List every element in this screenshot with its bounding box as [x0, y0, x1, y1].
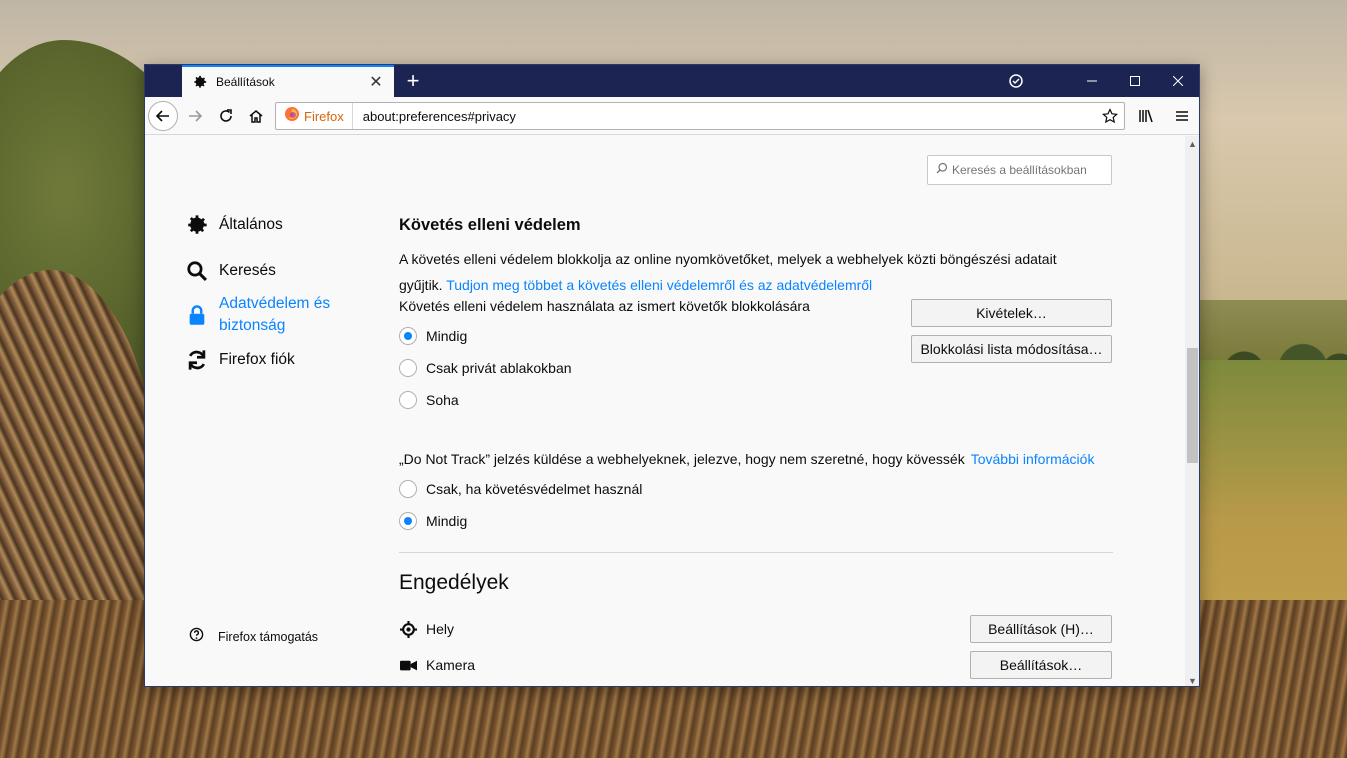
- preferences-content: Általános Keresés Adatvédelem és biztons…: [145, 136, 1185, 686]
- nav-bar: Firefox about:preferences#privacy: [145, 97, 1199, 135]
- learn-more-link[interactable]: Tudjon meg többet a követés elleni védel…: [446, 277, 872, 293]
- radio-tracking-private[interactable]: Csak privát ablakokban: [399, 359, 572, 377]
- tracking-protection-icon[interactable]: [994, 65, 1038, 97]
- dnt-more-info-link[interactable]: További információk: [971, 451, 1095, 467]
- library-icon[interactable]: [1131, 101, 1161, 131]
- radio-label: Csak, ha követésvédelmet használ: [426, 481, 643, 497]
- close-tab-icon[interactable]: ✕: [368, 74, 384, 91]
- url-text[interactable]: about:preferences#privacy: [353, 109, 1096, 124]
- sidebar-item-sync[interactable]: Firefox fiók: [185, 348, 295, 372]
- minimize-button[interactable]: [1070, 65, 1114, 97]
- firefox-support-link[interactable]: Firefox támogatás: [189, 627, 318, 647]
- identity-label: Firefox: [304, 108, 344, 124]
- permission-camera: Kamera: [399, 656, 475, 674]
- new-tab-button[interactable]: +: [401, 68, 425, 93]
- scroll-down-icon[interactable]: ▼: [1185, 673, 1199, 686]
- radio-button[interactable]: [399, 480, 417, 498]
- permission-label: Kamera: [426, 657, 476, 673]
- gear-icon: [192, 74, 208, 90]
- location-settings-button[interactable]: Beállítások (H)…: [970, 615, 1112, 643]
- radio-label: Mindig: [426, 328, 468, 344]
- close-window-button[interactable]: [1156, 65, 1199, 97]
- location-icon: [399, 620, 417, 638]
- help-icon: [189, 627, 204, 647]
- support-label: Firefox támogatás: [218, 630, 319, 644]
- firefox-logo-icon: [284, 106, 300, 127]
- tracking-protection-description: A követés elleni védelem blokkolja az on…: [399, 246, 1089, 298]
- home-button[interactable]: [241, 101, 271, 131]
- radio-button[interactable]: [399, 327, 417, 345]
- camera-settings-button[interactable]: Beállítások…: [970, 651, 1112, 679]
- scrollbar-thumb[interactable]: [1187, 348, 1198, 463]
- sidebar-item-privacy[interactable]: Adatvédelem és biztonság: [185, 293, 339, 337]
- back-button[interactable]: [148, 101, 178, 131]
- scrollbar[interactable]: ▲ ▼: [1185, 136, 1199, 686]
- title-bar: Beállítások ✕ +: [145, 65, 1199, 97]
- sidebar-item-label: Általános: [219, 216, 283, 233]
- change-blocklist-button[interactable]: Blokkolási lista módosítása…: [911, 335, 1112, 363]
- radio-dnt-tracking-only[interactable]: Csak, ha követésvédelmet használ: [399, 480, 642, 498]
- scroll-up-icon[interactable]: ▲: [1185, 136, 1199, 151]
- radio-button[interactable]: [399, 391, 417, 409]
- identity-box[interactable]: Firefox: [276, 103, 353, 129]
- search-input[interactable]: [952, 163, 1102, 177]
- search-icon: [185, 259, 209, 283]
- tab-preferences[interactable]: Beállítások ✕: [182, 65, 394, 97]
- reload-button[interactable]: [211, 101, 241, 131]
- radio-label: Soha: [426, 392, 459, 408]
- forward-button[interactable]: [180, 101, 210, 131]
- sync-icon: [185, 348, 209, 372]
- sidebar-item-label: Keresés: [219, 262, 276, 279]
- maximize-button[interactable]: [1113, 65, 1157, 97]
- exceptions-button[interactable]: Kivételek…: [911, 299, 1112, 327]
- bookmark-star-icon[interactable]: [1096, 108, 1124, 124]
- url-bar[interactable]: Firefox about:preferences#privacy: [275, 102, 1125, 130]
- radio-button[interactable]: [399, 512, 417, 530]
- radio-tracking-always[interactable]: Mindig: [399, 327, 467, 345]
- sidebar-item-general[interactable]: Általános: [185, 213, 283, 237]
- sidebar-item-search[interactable]: Keresés: [185, 259, 276, 283]
- radio-label: Csak privát ablakokban: [426, 360, 572, 376]
- sidebar-item-label: Firefox fiók: [219, 351, 295, 368]
- hamburger-menu-icon[interactable]: [1167, 101, 1197, 131]
- gear-icon: [185, 213, 209, 237]
- permission-label: Hely: [426, 621, 455, 637]
- radio-dnt-always[interactable]: Mindig: [399, 512, 467, 530]
- permission-location: Hely: [399, 620, 454, 638]
- permissions-heading: Engedélyek: [399, 571, 509, 594]
- radio-tracking-never[interactable]: Soha: [399, 391, 459, 409]
- section-divider: [399, 552, 1113, 553]
- dnt-text: „Do Not Track” jelzés küldése a webhelye…: [399, 451, 965, 467]
- search-preferences-field[interactable]: [927, 155, 1112, 185]
- sidebar-item-label: Adatvédelem és biztonság: [219, 295, 331, 334]
- camera-icon: [399, 656, 417, 674]
- search-icon: [936, 161, 948, 179]
- radio-button[interactable]: [399, 359, 417, 377]
- lock-icon: [185, 303, 209, 327]
- tracking-protection-heading: Követés elleni védelem: [399, 216, 581, 234]
- radio-label: Mindig: [426, 513, 468, 529]
- firefox-window: Beállítások ✕ + Firefox about:preference…: [144, 64, 1200, 687]
- tab-title: Beállítások: [216, 75, 275, 89]
- tracking-protection-use-label: Követés elleni védelem használata az ism…: [399, 298, 810, 314]
- do-not-track-label: „Do Not Track” jelzés küldése a webhelye…: [399, 451, 1094, 467]
